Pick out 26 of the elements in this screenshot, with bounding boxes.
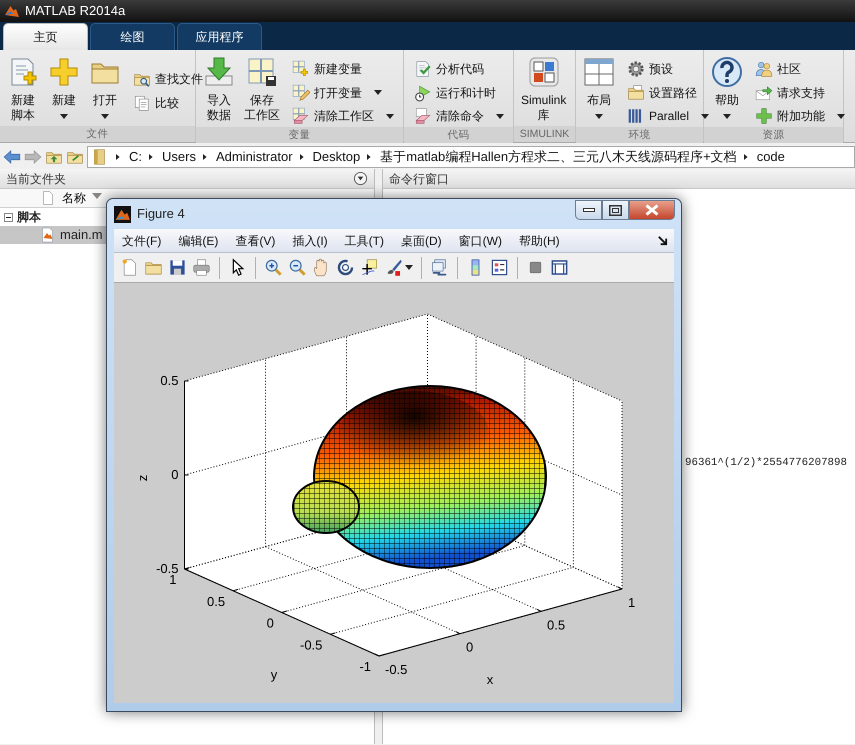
tick-label: 0: [171, 467, 178, 482]
group-label: SIMULINK: [514, 126, 575, 142]
tick-label: 0.5: [547, 617, 566, 632]
group-label: 资源: [704, 127, 843, 143]
tick-label: 1: [628, 595, 636, 610]
panel-title: 命令行窗口: [389, 170, 449, 188]
tick-label: -0.5: [385, 662, 408, 677]
tick-label: 0: [266, 616, 274, 630]
group-label: 代码: [404, 127, 513, 143]
group-label: 环境: [576, 127, 703, 143]
folder-label: 脚本: [17, 209, 41, 226]
tick-label: 0: [466, 640, 474, 655]
group-label: 变量: [196, 127, 403, 143]
window-title: Figure 4: [137, 205, 185, 224]
panel-title: 当前文件夹: [6, 170, 66, 188]
axis-label: x: [486, 672, 494, 687]
axis-label: y: [270, 667, 278, 682]
tick-label: -0.5: [300, 637, 322, 652]
tick-label: 0.5: [207, 594, 226, 609]
axis-label: z: [135, 474, 150, 482]
command-output: 96361^(1/2)*2554776207898: [684, 456, 848, 471]
window-title: MATLAB R2014a: [25, 2, 126, 20]
tick-label: -1: [359, 659, 371, 674]
tick-label: 0.5: [160, 373, 178, 388]
group-label: 文件: [0, 126, 195, 142]
file-name: main.m: [60, 226, 103, 244]
